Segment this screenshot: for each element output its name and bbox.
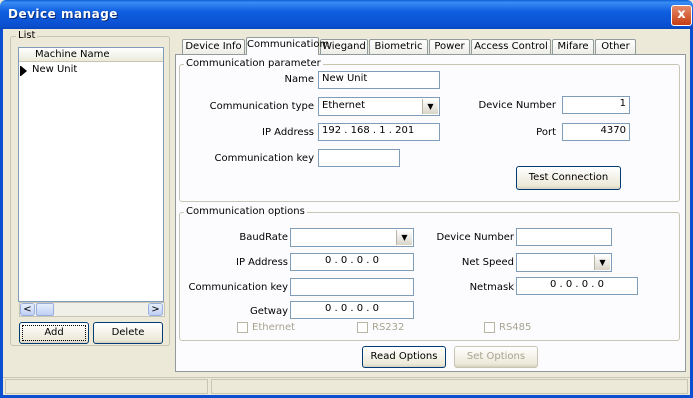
- scroll-right-icon: >: [151, 304, 160, 315]
- port-label: Port: [536, 127, 556, 138]
- options-ip-field[interactable]: 0 . 0 . 0 . 0: [290, 253, 414, 271]
- close-button[interactable]: x: [671, 5, 692, 26]
- tab-other[interactable]: Other: [595, 39, 636, 55]
- ethernet-checkbox-label: Ethernet: [252, 322, 296, 333]
- comm-key-label: Communication key: [214, 153, 314, 164]
- options-device-number-label: Device Number: [436, 232, 514, 243]
- scroll-left-icon: <: [23, 304, 32, 315]
- rs485-checkbox-label: RS485: [499, 322, 532, 333]
- read-options-button[interactable]: Read Options: [362, 346, 446, 368]
- options-device-number-field[interactable]: [516, 228, 612, 246]
- delete-button[interactable]: Delete: [93, 322, 163, 344]
- comm-options-legend: Communication options: [184, 206, 307, 217]
- rs232-checkbox-label: RS232: [372, 322, 405, 333]
- scroll-thumb[interactable]: [36, 303, 54, 316]
- baudrate-label: BaudRate: [239, 232, 288, 243]
- gateway-field[interactable]: 0 . 0 . 0 . 0: [290, 301, 414, 319]
- net-speed-select[interactable]: ▼: [516, 253, 612, 272]
- netmask-label: Netmask: [469, 282, 514, 293]
- rs232-checkbox[interactable]: [357, 322, 368, 333]
- comm-type-label: Communication type: [209, 101, 314, 112]
- ethernet-checkbox[interactable]: [237, 322, 248, 333]
- baudrate-select[interactable]: ▼: [290, 228, 414, 247]
- tab-device-info[interactable]: Device Info: [182, 39, 245, 55]
- scroll-left-button[interactable]: <: [20, 303, 35, 316]
- set-options-button[interactable]: Set Options: [454, 346, 538, 368]
- tab-communication[interactable]: Communicatiom: [246, 37, 329, 55]
- name-field[interactable]: New Unit: [318, 71, 440, 89]
- row-pointer-icon: [21, 66, 27, 76]
- add-button[interactable]: Add: [19, 322, 89, 344]
- machine-name-cell: New Unit: [32, 64, 78, 75]
- net-speed-label: Net Speed: [461, 257, 514, 268]
- device-number-field[interactable]: 1: [562, 96, 630, 114]
- ip-address-field[interactable]: 192 . 168 . 1 . 201: [318, 123, 440, 141]
- name-label: Name: [284, 74, 314, 85]
- tab-access-control[interactable]: Access Control: [471, 39, 551, 55]
- list-legend: List: [16, 30, 38, 41]
- status-bar-panel-1: [5, 379, 208, 394]
- options-comm-key-label: Communication key: [188, 282, 288, 293]
- netmask-field[interactable]: 0 . 0 . 0 . 0: [516, 277, 638, 295]
- comm-type-value: Ethernet: [322, 100, 366, 111]
- chevron-down-icon[interactable]: ▼: [422, 99, 438, 114]
- rs485-checkbox[interactable]: [484, 322, 495, 333]
- device-number-label: Device Number: [478, 100, 556, 111]
- chevron-down-icon[interactable]: ▼: [396, 230, 412, 245]
- comm-type-select[interactable]: Ethernet ▼: [318, 97, 440, 116]
- options-ip-label: IP Address: [236, 257, 288, 268]
- ip-address-label: IP Address: [262, 127, 314, 138]
- test-connection-button[interactable]: Test Connection: [516, 166, 621, 190]
- tab-power[interactable]: Power: [429, 39, 470, 55]
- gateway-label: Getway: [249, 306, 288, 317]
- tab-biometric[interactable]: Biometric: [369, 39, 428, 55]
- row-pointer-bar: [20, 66, 21, 76]
- close-icon: x: [677, 7, 686, 22]
- comm-key-field[interactable]: [318, 149, 400, 167]
- port-field[interactable]: 4370: [562, 123, 630, 141]
- window-title: Device manage: [8, 7, 118, 21]
- comm-parameter-legend: Communication parameter: [184, 58, 323, 69]
- tab-mifare[interactable]: Mifare: [552, 39, 594, 55]
- scroll-right-button[interactable]: >: [148, 303, 163, 316]
- chevron-down-icon[interactable]: ▼: [594, 255, 610, 270]
- column-header-machine-name: Machine Name: [35, 49, 110, 60]
- machine-list: [18, 47, 164, 302]
- status-bar-panel-2: [211, 379, 688, 394]
- options-comm-key-field[interactable]: [290, 278, 414, 296]
